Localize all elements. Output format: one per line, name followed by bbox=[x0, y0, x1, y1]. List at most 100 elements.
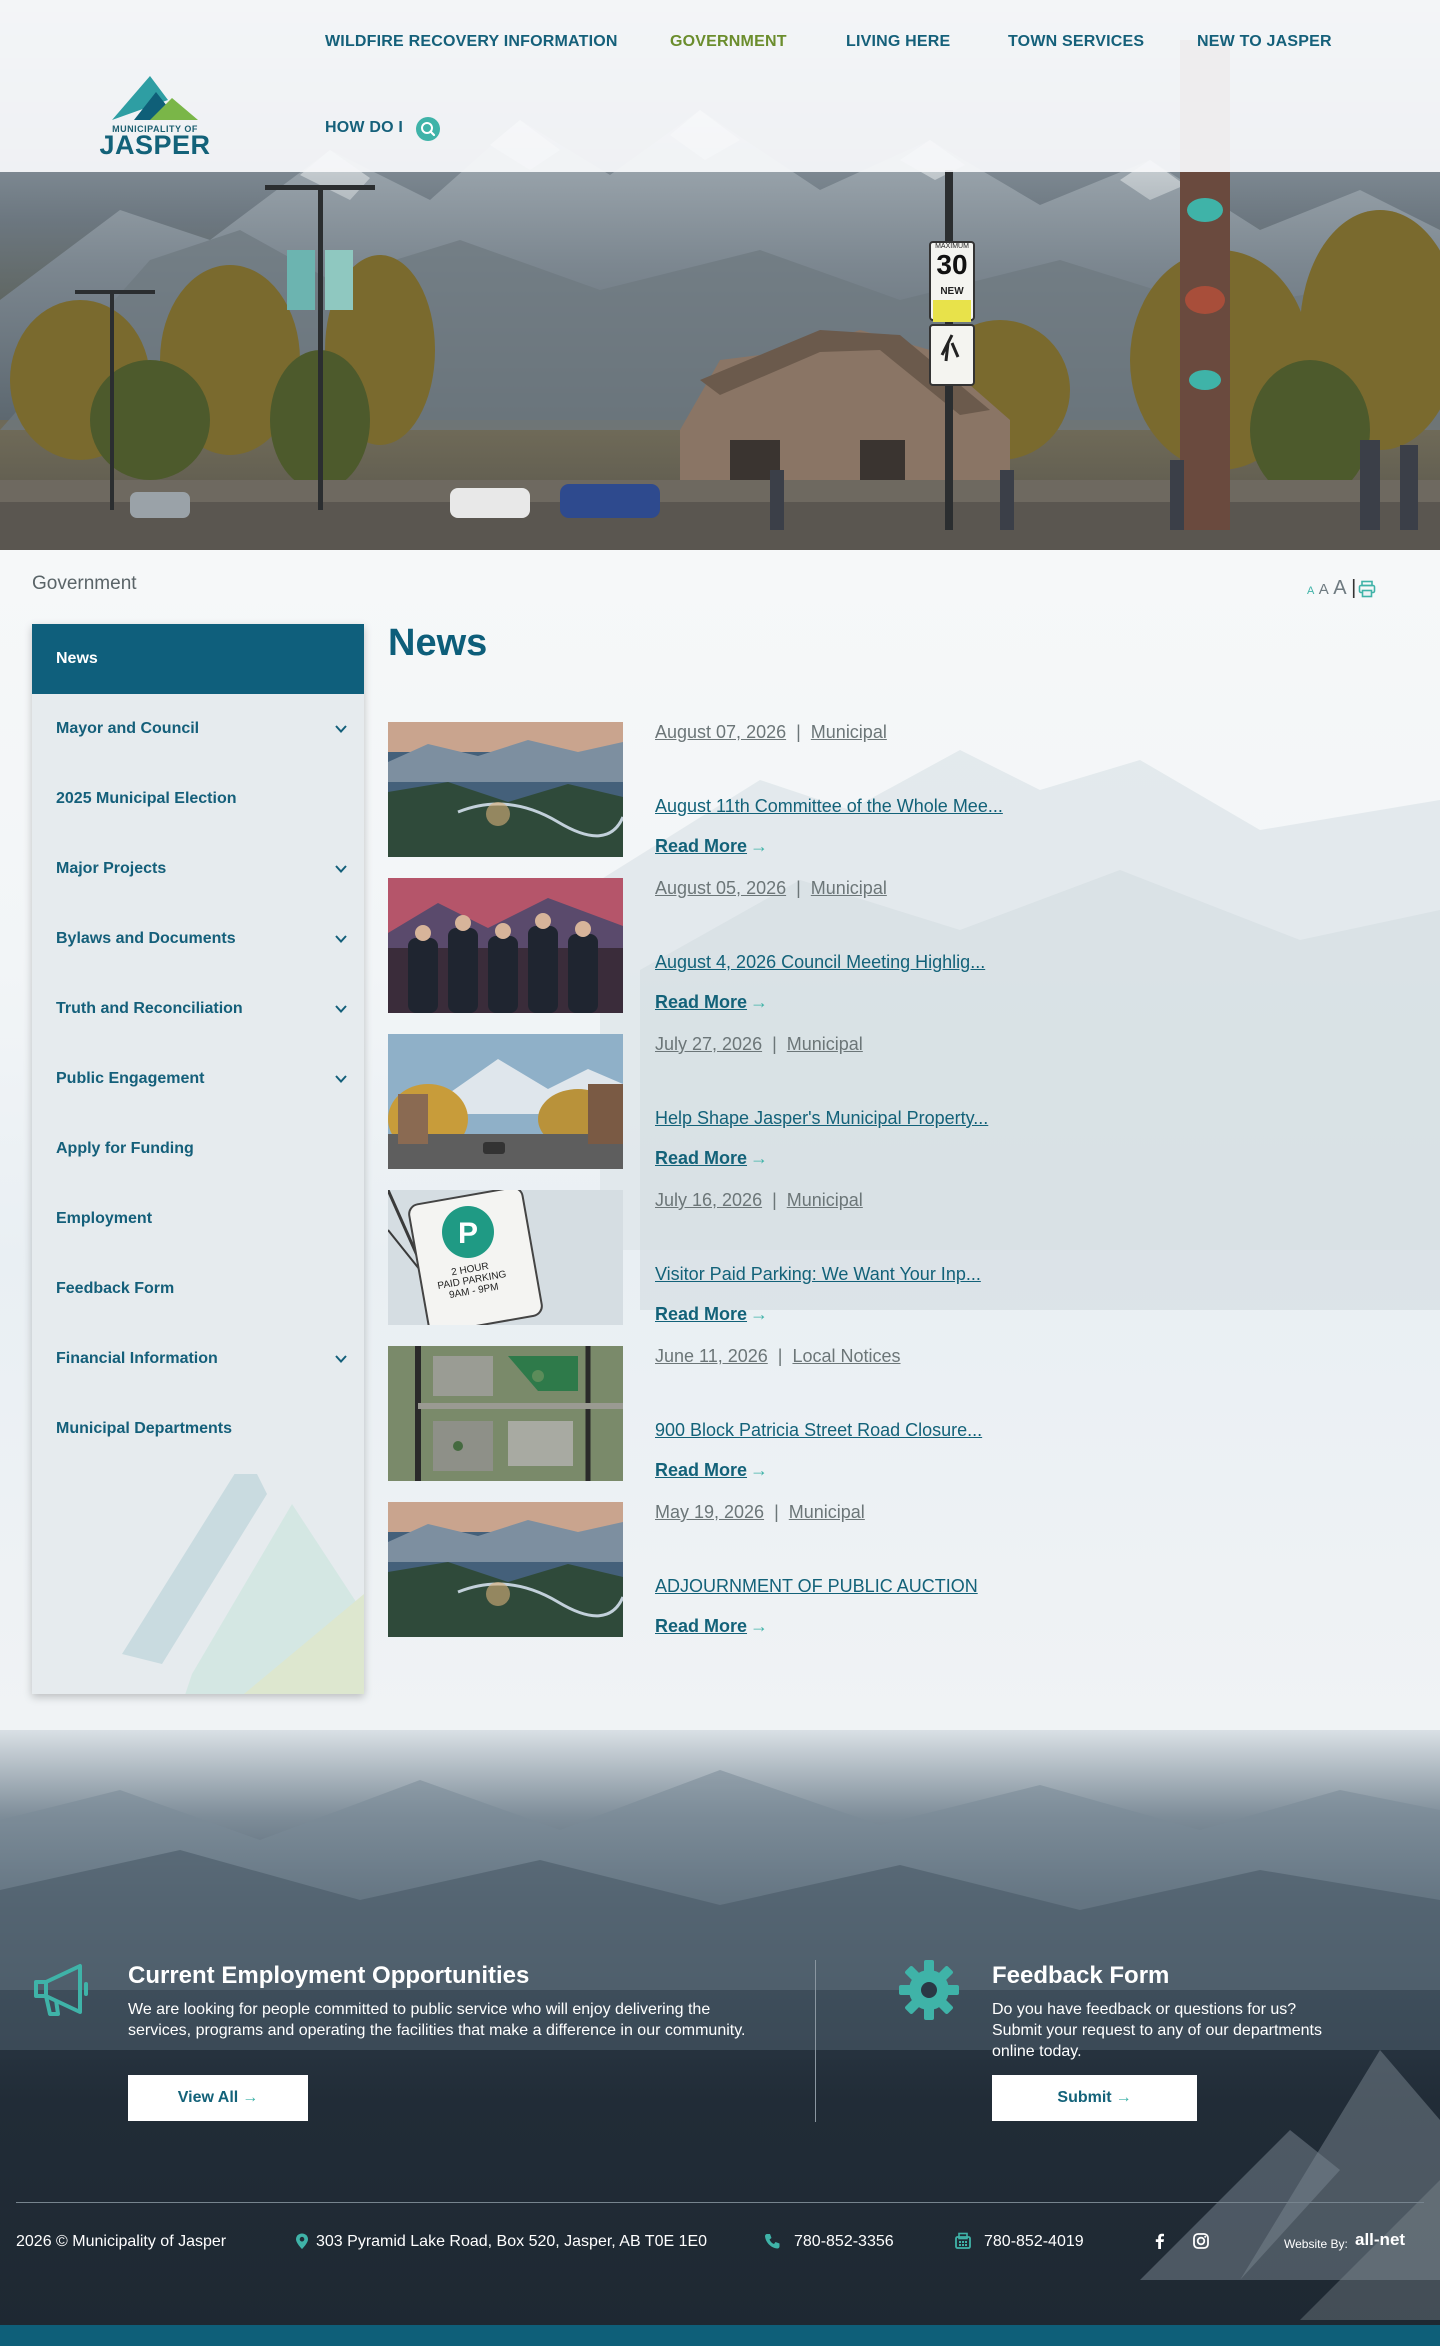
sidebar-item-mayor-and-council[interactable]: Mayor and Council bbox=[32, 694, 364, 764]
news-category[interactable]: Local Notices bbox=[792, 1346, 900, 1366]
sidebar-item-truth-and-reconciliation[interactable]: Truth and Reconciliation bbox=[32, 974, 364, 1044]
fax-icon bbox=[955, 2232, 971, 2249]
sidebar-item-label: Apply for Funding bbox=[56, 1140, 194, 1157]
news-thumbnail[interactable] bbox=[388, 1502, 623, 1637]
sidebar-item-label: Mayor and Council bbox=[56, 720, 200, 737]
news-thumbnail[interactable] bbox=[388, 1034, 623, 1169]
news-meta: August 07, 2026 | Municipal bbox=[655, 722, 887, 743]
read-more-link[interactable]: Read More → bbox=[655, 836, 768, 857]
sidebar-item-label: Feedback Form bbox=[56, 1280, 175, 1297]
text-size-small[interactable]: A bbox=[1307, 585, 1314, 597]
phone-number[interactable]: 780-852-3356 bbox=[794, 2233, 894, 2251]
sidebar-item-public-engagement[interactable]: Public Engagement bbox=[32, 1044, 364, 1114]
arrow-right-icon: → bbox=[750, 1460, 769, 1480]
print-icon[interactable] bbox=[1358, 580, 1376, 598]
breadcrumb[interactable]: Government bbox=[32, 573, 137, 595]
read-more-label: Read More bbox=[655, 992, 748, 1012]
sidebar-item-news[interactable]: News bbox=[32, 624, 364, 694]
text-size-medium[interactable]: A bbox=[1319, 581, 1329, 598]
sidebar-item-apply-for-funding[interactable]: Apply for Funding bbox=[32, 1114, 364, 1184]
meta-separator: | bbox=[796, 722, 801, 742]
read-more-link[interactable]: Read More → bbox=[655, 992, 768, 1013]
news-category[interactable]: Municipal bbox=[811, 722, 887, 742]
read-more-link[interactable]: Read More → bbox=[655, 1460, 768, 1481]
read-more-link[interactable]: Read More → bbox=[655, 1304, 768, 1325]
read-more-label: Read More bbox=[655, 836, 748, 856]
chevron-down-icon[interactable] bbox=[334, 1352, 348, 1366]
sidebar-item-feedback-form[interactable]: Feedback Form bbox=[32, 1254, 364, 1324]
nav-living-here[interactable]: LIVING HERE bbox=[846, 33, 950, 51]
nav-town-services[interactable]: TOWN SERVICES bbox=[1008, 33, 1144, 51]
nav-government[interactable]: GOVERNMENT bbox=[670, 33, 787, 51]
news-date[interactable]: May 19, 2026 bbox=[655, 1502, 764, 1522]
sidebar-item-label: Municipal Departments bbox=[56, 1420, 233, 1437]
sidebar-decoration bbox=[122, 1474, 364, 1694]
address[interactable]: 303 Pyramid Lake Road, Box 520, Jasper, … bbox=[316, 2233, 707, 2251]
instagram-icon[interactable] bbox=[1192, 2232, 1210, 2250]
logo-mountains-icon bbox=[112, 76, 198, 120]
facebook-icon[interactable] bbox=[1151, 2232, 1169, 2250]
arrow-right-icon: → bbox=[750, 1616, 769, 1636]
sidebar-item-employment[interactable]: Employment bbox=[32, 1184, 364, 1254]
news-category[interactable]: Municipal bbox=[811, 878, 887, 898]
read-more-link[interactable]: Read More → bbox=[655, 1616, 768, 1637]
arrow-right-icon: → bbox=[1115, 2089, 1132, 2106]
chevron-down-icon[interactable] bbox=[334, 1002, 348, 1016]
news-meta: August 05, 2026 | Municipal bbox=[655, 878, 887, 899]
news-headline[interactable]: Visitor Paid Parking: We Want Your Inp..… bbox=[655, 1264, 981, 1285]
sidebar-item-financial-information[interactable]: Financial Information bbox=[32, 1324, 364, 1394]
nav-how-do-i[interactable]: HOW DO I bbox=[325, 119, 403, 137]
read-more-label: Read More bbox=[655, 1616, 748, 1636]
news-headline[interactable]: ADJOURNMENT OF PUBLIC AUCTION bbox=[655, 1576, 978, 1597]
read-more-link[interactable]: Read More → bbox=[655, 1148, 768, 1169]
sidebar-item-major-projects[interactable]: Major Projects bbox=[32, 834, 364, 904]
text-size-large[interactable]: A bbox=[1333, 577, 1346, 599]
news-date[interactable]: August 07, 2026 bbox=[655, 722, 786, 742]
copyright: 2026 © Municipality of Jasper bbox=[16, 2233, 227, 2250]
news-category[interactable]: Municipal bbox=[787, 1190, 863, 1210]
text-size-controls: A A A | bbox=[1307, 577, 1356, 600]
site-logo[interactable]: MUNICIPALITY OF JASPER bbox=[98, 70, 212, 162]
sidebar-item-bylaws-and-documents[interactable]: Bylaws and Documents bbox=[32, 904, 364, 974]
news-date[interactable]: August 05, 2026 bbox=[655, 878, 786, 898]
sidebar-item-label: Public Engagement bbox=[56, 1070, 205, 1087]
nav-wildfire-recovery[interactable]: WILDFIRE RECOVERY INFORMATION bbox=[325, 33, 618, 51]
sidebar-item-label: News bbox=[56, 650, 98, 667]
meta-separator: | bbox=[774, 1502, 779, 1522]
news-category[interactable]: Municipal bbox=[787, 1034, 863, 1054]
news-thumbnail[interactable]: P 2 HOUR PAID PARKING 9AM - 9PM bbox=[388, 1190, 623, 1325]
fax-number: 780-852-4019 bbox=[984, 2233, 1084, 2250]
map-pin-icon bbox=[296, 2233, 308, 2249]
sidebar-item-label: Truth and Reconciliation bbox=[56, 1000, 243, 1017]
council-group-photo bbox=[388, 878, 623, 1013]
news-headline[interactable]: August 4, 2026 Council Meeting Highlig..… bbox=[655, 952, 985, 973]
news-item: August 05, 2026 | Municipal August 4, 2026… bbox=[388, 878, 1088, 1014]
sidebar-item-2025-municipal-election[interactable]: 2025 Municipal Election bbox=[32, 764, 364, 834]
chevron-down-icon[interactable] bbox=[334, 722, 348, 736]
meta-separator: | bbox=[777, 1346, 783, 1366]
view-all-button[interactable]: View All → bbox=[128, 2075, 308, 2121]
news-thumbnail[interactable] bbox=[388, 1346, 623, 1481]
employment-title: Current Employment Opportunities bbox=[128, 1962, 530, 1989]
nav-new-to-jasper[interactable]: NEW TO JASPER bbox=[1197, 33, 1332, 51]
news-date[interactable]: July 16, 2026 bbox=[655, 1190, 762, 1210]
news-headline[interactable]: 900 Block Patricia Street Road Closure..… bbox=[655, 1420, 982, 1441]
chevron-down-icon[interactable] bbox=[334, 1072, 348, 1086]
read-more-label: Read More bbox=[655, 1460, 748, 1480]
submit-button[interactable]: Submit → bbox=[992, 2075, 1197, 2121]
chevron-down-icon[interactable] bbox=[334, 862, 348, 876]
sidebar-nav: News Mayor and Council 2025 Municipal El… bbox=[32, 624, 364, 1694]
sidebar-item-municipal-departments[interactable]: Municipal Departments bbox=[32, 1394, 364, 1464]
allnet-logo[interactable]: all-net bbox=[1355, 2230, 1405, 2250]
news-thumbnail[interactable] bbox=[388, 878, 623, 1013]
news-headline[interactable]: Help Shape Jasper's Municipal Property..… bbox=[655, 1108, 988, 1129]
news-item: August 07, 2026 | Municipal August 11th Co… bbox=[388, 722, 1088, 858]
news-date[interactable]: June 11, 2026 bbox=[655, 1346, 768, 1366]
news-date[interactable]: July 27, 2026 bbox=[655, 1034, 762, 1054]
search-button[interactable] bbox=[416, 117, 440, 141]
news-category[interactable]: Municipal bbox=[789, 1502, 865, 1522]
news-thumbnail[interactable] bbox=[388, 722, 623, 857]
news-headline[interactable]: August 11th Committee of the Whole Mee..… bbox=[655, 796, 1003, 817]
chevron-down-icon[interactable] bbox=[334, 932, 348, 946]
sidebar-item-label: Employment bbox=[56, 1210, 153, 1227]
